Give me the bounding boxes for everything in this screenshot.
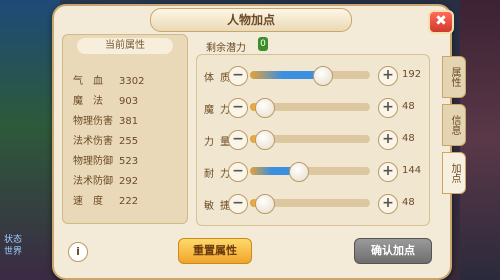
stat-value: 192	[402, 69, 422, 80]
tab-add-points[interactable]: 加点	[442, 152, 466, 194]
decrease-button[interactable]: −	[228, 98, 248, 118]
info-icon[interactable]: i	[68, 242, 88, 262]
stat-row-magic: 魔力 − + 48	[204, 98, 444, 120]
increase-button[interactable]: +	[378, 66, 398, 86]
stat-slider[interactable]	[250, 66, 370, 86]
background-scene-right	[460, 0, 500, 280]
stat-row-agility: 敏捷 − + 48	[204, 194, 444, 216]
increase-button[interactable]: +	[378, 130, 398, 150]
attr-row: 速 度 222	[73, 196, 139, 207]
remaining-potential-value: 0	[258, 37, 268, 51]
stat-row-endurance: 耐力 − + 144	[204, 162, 444, 184]
attr-row: 法术伤害 255	[73, 136, 139, 147]
stat-slider[interactable]	[250, 194, 370, 214]
increase-button[interactable]: +	[378, 194, 398, 214]
slider-fill	[250, 71, 322, 79]
reset-attributes-button[interactable]: 重置属性	[178, 238, 252, 264]
stat-value: 48	[402, 101, 415, 112]
stat-value: 48	[402, 197, 415, 208]
stat-row-constitution: 体质 − + 192	[204, 66, 444, 88]
attr-row: 物理防御 523	[73, 156, 139, 167]
remaining-potential-label: 剩余潜力	[206, 43, 246, 54]
slider-thumb[interactable]	[255, 194, 275, 214]
hud-status-label: 状态	[4, 235, 23, 245]
decrease-button[interactable]: −	[228, 194, 248, 214]
background-hud-text: 状态 世界	[4, 234, 22, 258]
attr-row: 气 血 3302	[73, 76, 145, 87]
stat-slider[interactable]	[250, 98, 370, 118]
window-title: 人物加点	[150, 8, 352, 32]
tab-info[interactable]: 信息	[442, 104, 466, 146]
increase-button[interactable]: +	[378, 162, 398, 182]
stat-slider[interactable]	[250, 162, 370, 182]
slider-thumb[interactable]	[289, 162, 309, 182]
stat-row-strength: 力量 − + 48	[204, 130, 444, 152]
slider-thumb[interactable]	[313, 66, 333, 86]
close-button[interactable]: ✖	[428, 10, 454, 34]
attribute-window: 人物加点 ✖ 当前属性 气 血 3302 魔 法 903 物理伤害 381 法术伤害 2…	[52, 4, 466, 280]
current-attributes-header: 当前属性	[77, 38, 173, 54]
current-attributes-panel: 当前属性 气 血 3302 魔 法 903 物理伤害 381 法术伤害 255 物理防御…	[62, 34, 188, 224]
decrease-button[interactable]: −	[228, 162, 248, 182]
stat-value: 144	[402, 165, 422, 176]
decrease-button[interactable]: −	[228, 130, 248, 150]
hud-world-label: 世界	[4, 247, 23, 257]
confirm-points-button[interactable]: 确认加点	[354, 238, 432, 264]
stat-value: 48	[402, 133, 415, 144]
slider-thumb[interactable]	[255, 130, 275, 150]
increase-button[interactable]: +	[378, 98, 398, 118]
slider-thumb[interactable]	[255, 98, 275, 118]
attr-row: 物理伤害 381	[73, 116, 139, 127]
attr-row: 魔 法 903	[73, 96, 139, 107]
tab-attributes[interactable]: 属性	[442, 56, 466, 98]
stat-slider[interactable]	[250, 130, 370, 150]
attr-row: 法术防御 292	[73, 176, 139, 187]
decrease-button[interactable]: −	[228, 66, 248, 86]
